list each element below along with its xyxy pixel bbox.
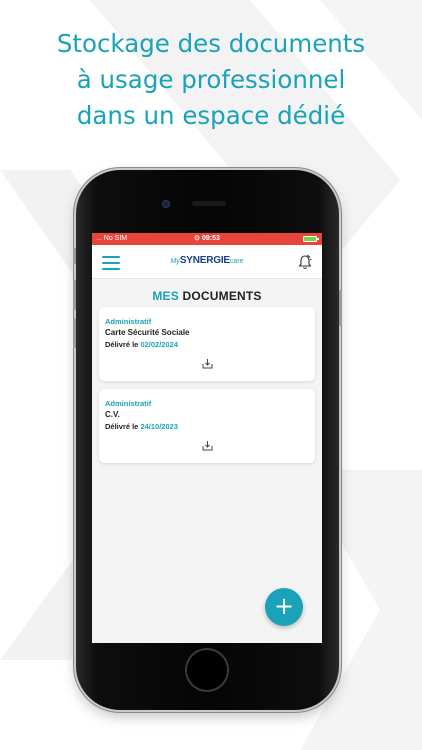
phone-volume-down: [73, 318, 76, 348]
phone-silent-switch: [73, 248, 76, 264]
document-date-label: Délivré le: [105, 422, 141, 431]
download-icon[interactable]: [202, 358, 213, 369]
app-screen: ... No SIM ⊙ 09:53 MySYNERGIEcare MES DO…: [92, 233, 322, 643]
logo-my: My: [170, 258, 180, 265]
app-logo: MySYNERGIEcare: [92, 255, 322, 266]
battery-icon: [303, 236, 319, 242]
document-card[interactable]: Administratif C.V. Délivré le 24/10/2023: [99, 389, 315, 463]
logo-synergie: SYNERGIE: [179, 255, 230, 266]
earpiece-speaker: [192, 201, 226, 206]
headline-line-2: à usage professionnel: [76, 65, 346, 94]
headline-line-1: Stockage des documents: [56, 29, 366, 58]
document-name: Carte Sécurité Sociale: [105, 328, 190, 337]
download-icon[interactable]: [202, 440, 213, 451]
phone-power-button: [339, 290, 342, 326]
alarm-icon: ⊙: [194, 235, 200, 242]
clock: ⊙ 09:53: [92, 233, 322, 245]
document-date-label: Délivré le: [105, 340, 141, 349]
document-category: Administratif: [105, 399, 152, 408]
document-date-value: 24/10/2023: [140, 422, 178, 431]
page-title-part-2: DOCUMENTS: [178, 289, 262, 303]
document-date: Délivré le 24/10/2023: [105, 422, 178, 431]
logo-care: care: [229, 258, 244, 265]
phone-volume-up: [73, 280, 76, 310]
front-camera: [162, 200, 170, 208]
document-card[interactable]: Administratif Carte Sécurité Sociale Dél…: [99, 307, 315, 381]
document-date: Délivré le 02/02/2024: [105, 340, 178, 349]
document-category: Administratif: [105, 317, 152, 326]
document-name: C.V.: [105, 410, 120, 419]
status-bar: ... No SIM ⊙ 09:53: [92, 233, 322, 245]
page-title: MES DOCUMENTS: [92, 289, 322, 303]
headline-line-3: dans un espace dédié: [76, 101, 346, 130]
page-title-part-1: MES: [152, 289, 179, 303]
home-button[interactable]: [187, 650, 227, 690]
headline: Stockage des documents à usage professio…: [0, 26, 422, 134]
document-date-value: 02/02/2024: [140, 340, 178, 349]
add-document-button[interactable]: +: [265, 588, 303, 626]
notification-bell-icon[interactable]: [298, 254, 312, 270]
clock-time: 09:53: [201, 235, 220, 242]
app-header: MySYNERGIEcare: [92, 245, 322, 279]
